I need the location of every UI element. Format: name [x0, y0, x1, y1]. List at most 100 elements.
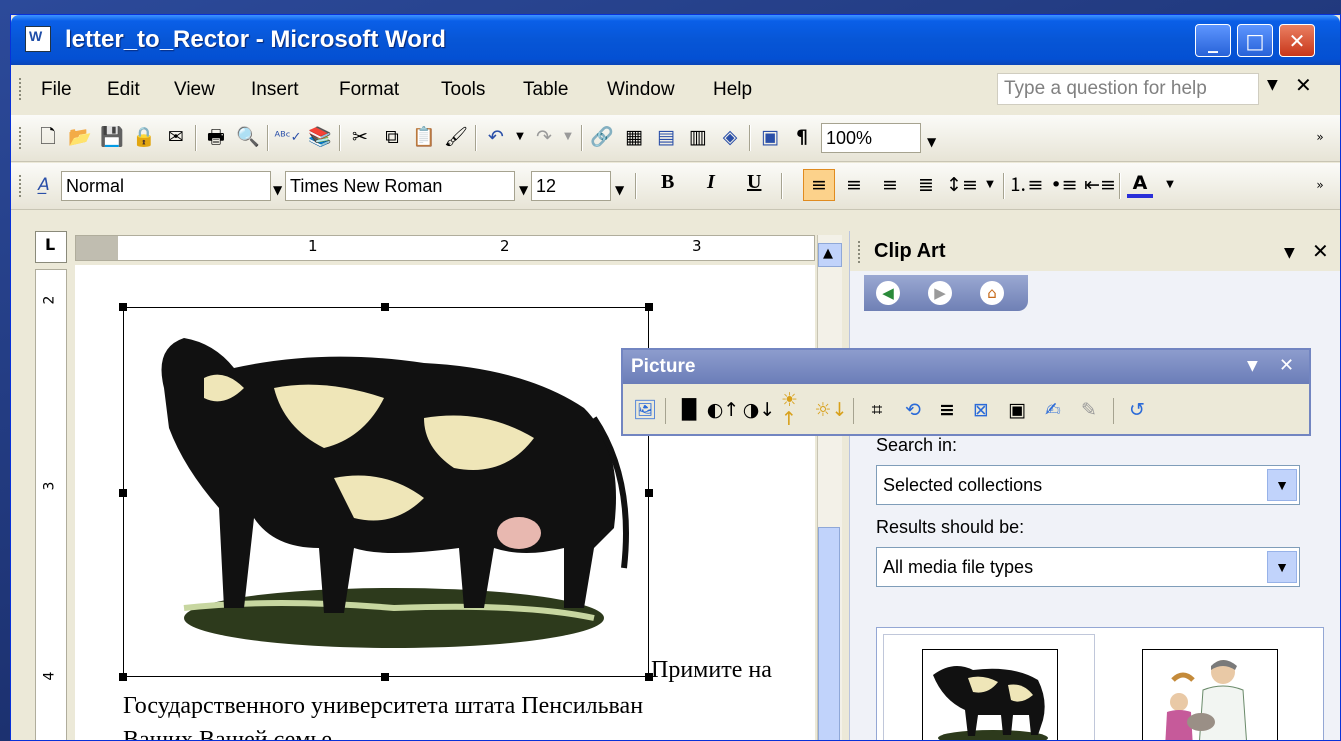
cow-clipart-image[interactable] — [123, 307, 649, 677]
set-transparent-color-icon[interactable]: ✎ — [1075, 396, 1103, 424]
resize-handle[interactable] — [119, 673, 127, 681]
toolbar-options-icon[interactable]: ▼ — [1247, 358, 1258, 374]
resize-handle[interactable] — [381, 673, 389, 681]
bold-button[interactable]: B — [661, 171, 674, 194]
style-select[interactable]: Normal — [61, 171, 271, 201]
bullets-icon[interactable]: •≡ — [1050, 172, 1077, 198]
document-map-icon[interactable]: ▣ — [757, 124, 783, 150]
document-text-line[interactable]: Примите на — [651, 657, 815, 684]
menu-window[interactable]: Window — [607, 79, 675, 101]
color-icon[interactable]: ▐▌ — [674, 396, 703, 424]
horizontal-ruler[interactable]: 1 2 3 — [75, 235, 815, 261]
chevron-down-icon[interactable]: ▼ — [1267, 551, 1297, 583]
scroll-thumb[interactable] — [818, 527, 840, 740]
search-in-select[interactable]: Selected collections ▼ — [876, 465, 1300, 505]
less-contrast-icon[interactable]: ◑↓ — [743, 396, 776, 424]
line-spacing-dropdown-icon[interactable]: ▼ — [977, 172, 1003, 198]
undo-icon[interactable]: ↶ — [483, 124, 509, 150]
picture-toolbar[interactable]: Picture ▼ ✕ 🖼 ▐▌ ◐↑ ◑↓ ☀↑ ☼↓ ⌗ ⟲ ≡ ⊠ ▣ ✍… — [621, 348, 1311, 436]
menu-file[interactable]: File — [41, 79, 72, 101]
home-icon[interactable]: ⌂ — [980, 281, 1004, 305]
title-bar[interactable]: letter_to_Rector - Microsoft Word _ □ ✕ — [11, 15, 1340, 65]
forward-icon[interactable]: ▶ — [928, 281, 952, 305]
result-item[interactable] — [1107, 634, 1319, 740]
menu-view[interactable]: View — [174, 79, 215, 101]
menu-table[interactable]: Table — [523, 79, 568, 101]
email-icon[interactable]: ✉ — [163, 124, 189, 150]
compress-pictures-icon[interactable]: ⊠ — [967, 396, 995, 424]
cut-icon[interactable]: ✂ — [347, 124, 373, 150]
justify-icon[interactable]: ≣ — [913, 172, 939, 198]
more-contrast-icon[interactable]: ◐↑ — [707, 396, 740, 424]
redo-icon[interactable]: ↷ — [531, 124, 557, 150]
print-icon[interactable]: 🖶 — [203, 124, 229, 150]
zoom-dropdown-icon[interactable]: ▼ — [927, 135, 936, 149]
format-picture-icon[interactable]: ✍ — [1039, 396, 1067, 424]
redo-dropdown-icon[interactable]: ▼ — [555, 124, 581, 150]
chevron-down-icon[interactable]: ▼ — [1267, 469, 1297, 501]
align-right-icon[interactable]: ≡ — [877, 172, 903, 198]
columns-icon[interactable]: ▥ — [685, 124, 711, 150]
close-icon[interactable]: ✕ — [1279, 355, 1294, 376]
undo-dropdown-icon[interactable]: ▼ — [507, 124, 533, 150]
scroll-up-button[interactable]: ▲ — [818, 243, 842, 267]
resize-handle[interactable] — [645, 489, 653, 497]
vertical-ruler[interactable]: 2 3 4 — [35, 269, 67, 740]
menu-help[interactable]: Help — [713, 79, 752, 101]
cow-thumbnail[interactable] — [922, 649, 1058, 740]
open-icon[interactable]: 📂 — [67, 124, 93, 150]
help-dropdown-icon[interactable]: ▼ — [1267, 77, 1278, 93]
document-text-line[interactable]: Государственного университета штата Пенс… — [123, 693, 815, 720]
drawing-icon[interactable]: ◈ — [717, 124, 743, 150]
style-dropdown-icon[interactable]: ▼ — [273, 183, 282, 197]
vertical-scrollbar[interactable]: ▲ — [817, 235, 842, 740]
help-search-input[interactable]: Type a question for help — [997, 73, 1259, 105]
menu-tools[interactable]: Tools — [441, 79, 485, 101]
font-color-icon[interactable]: A — [1127, 172, 1153, 198]
pane-menu-icon[interactable]: ▼ — [1284, 245, 1295, 261]
menu-edit[interactable]: Edit — [107, 79, 140, 101]
menu-grip[interactable] — [19, 78, 25, 100]
toolbar-options-icon[interactable]: » — [1307, 124, 1333, 150]
research-icon[interactable]: 📚 — [307, 124, 333, 150]
tables-borders-icon[interactable]: ▦ — [621, 124, 647, 150]
crop-icon[interactable]: ⌗ — [863, 396, 891, 424]
hyperlink-icon[interactable]: 🔗 — [589, 124, 615, 150]
text-wrapping-icon[interactable]: ▣ — [1003, 396, 1031, 424]
zoom-select[interactable]: 100% — [821, 123, 921, 153]
picture-toolbar-header[interactable]: Picture ▼ ✕ — [623, 350, 1309, 384]
resize-handle[interactable] — [119, 303, 127, 311]
veterinarian-thumbnail[interactable] — [1142, 649, 1278, 740]
format-painter-icon[interactable]: 🖌 — [443, 124, 469, 150]
less-brightness-icon[interactable]: ☼↓ — [815, 396, 848, 424]
pane-grip[interactable] — [858, 241, 864, 263]
numbering-icon[interactable]: ⒈≡ — [1009, 172, 1044, 198]
resize-handle[interactable] — [381, 303, 389, 311]
back-icon[interactable]: ◀ — [876, 281, 900, 305]
insert-picture-icon[interactable]: 🖼 — [631, 396, 659, 424]
permission-icon[interactable]: 🔒 — [131, 124, 157, 150]
document-text-line[interactable]: Ваших Вашей семье — [123, 727, 815, 740]
paste-icon[interactable]: 📋 — [411, 124, 437, 150]
save-icon[interactable]: 💾 — [99, 124, 125, 150]
decrease-indent-icon[interactable]: ⇤≡ — [1084, 172, 1116, 198]
close-button[interactable]: ✕ — [1279, 24, 1315, 57]
menu-insert[interactable]: Insert — [251, 79, 299, 101]
word-app-icon[interactable] — [25, 26, 51, 52]
show-formatting-icon[interactable]: ¶ — [789, 124, 815, 150]
insert-table-icon[interactable]: ▤ — [653, 124, 679, 150]
resize-handle[interactable] — [645, 303, 653, 311]
result-item[interactable] — [883, 634, 1095, 740]
font-size-dropdown-icon[interactable]: ▼ — [615, 183, 624, 197]
styles-icon[interactable]: A̲ — [31, 172, 57, 198]
more-brightness-icon[interactable]: ☀↑ — [781, 391, 809, 429]
toolbar-options-icon[interactable]: » — [1307, 172, 1333, 198]
print-preview-icon[interactable]: 🔍 — [235, 124, 261, 150]
tab-selector[interactable] — [35, 231, 67, 263]
rotate-left-icon[interactable]: ⟲ — [899, 396, 927, 424]
close-document-icon[interactable]: ✕ — [1295, 73, 1312, 97]
italic-button[interactable]: I — [707, 171, 715, 194]
resize-handle[interactable] — [119, 489, 127, 497]
underline-button[interactable]: U — [747, 171, 761, 194]
minimize-button[interactable]: _ — [1195, 24, 1231, 57]
